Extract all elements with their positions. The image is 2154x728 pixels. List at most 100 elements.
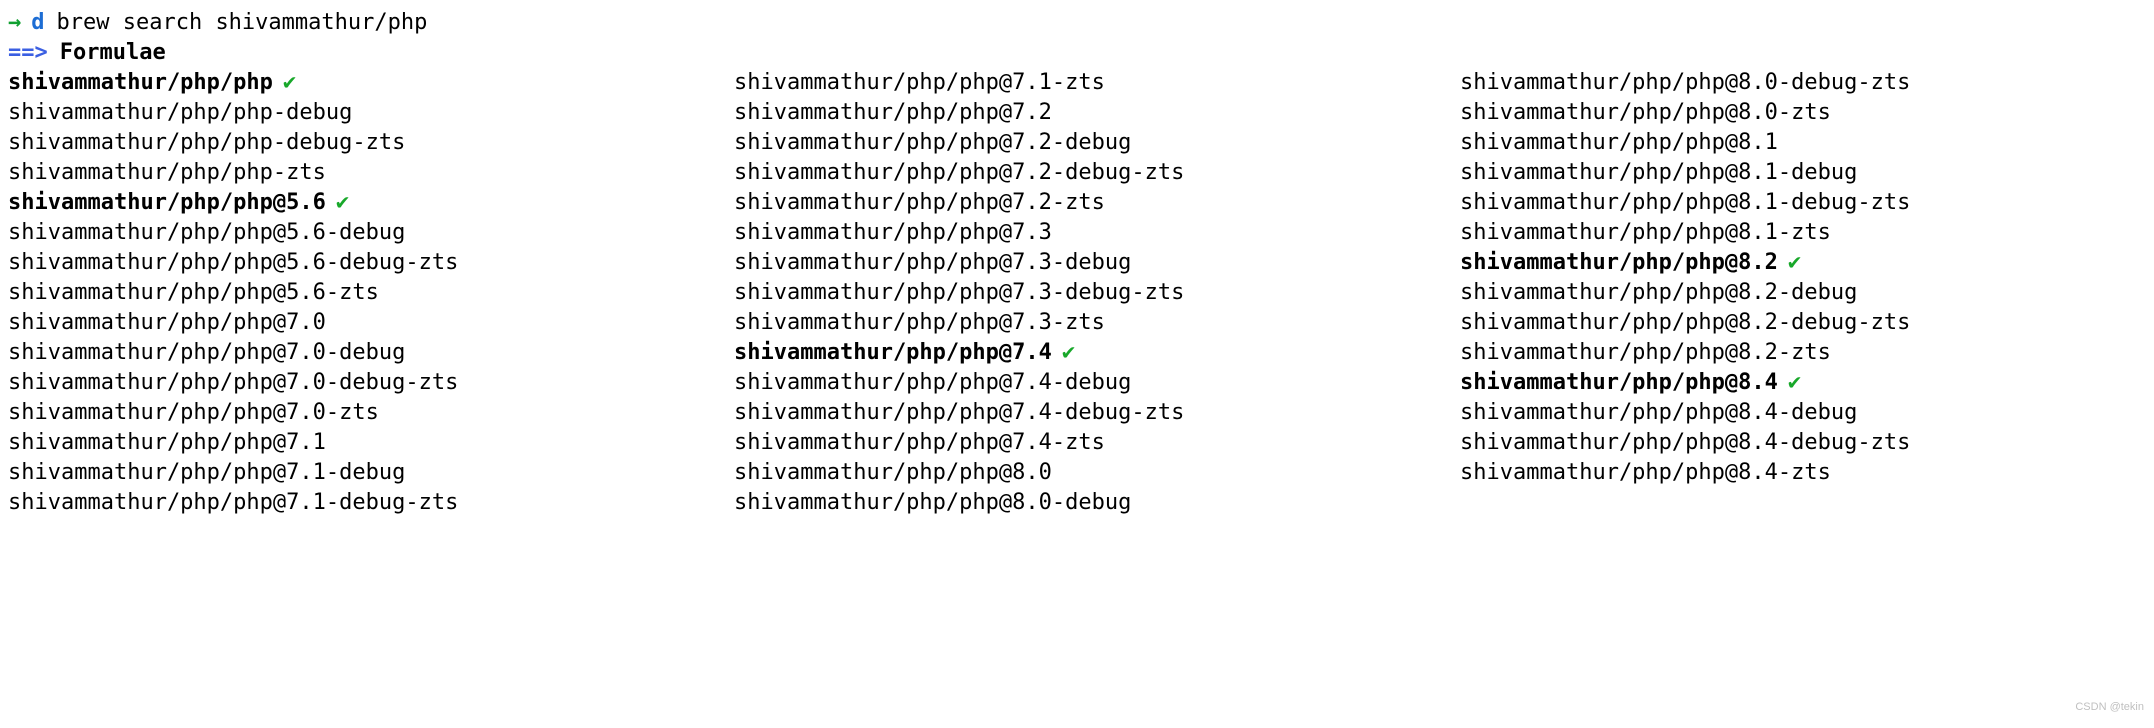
formula-column: shivammathur/php/php@8.0-debug-ztsshivam… [1460,68,2146,518]
formula-name: shivammathur/php/php@8.1 [1460,128,1778,158]
formula-entry: shivammathur/php/php@7.4-debug [734,368,1420,398]
formula-name: shivammathur/php/php@7.0-zts [8,398,379,428]
formula-entry: shivammathur/php/php@8.1 [1460,128,2146,158]
formula-name: shivammathur/php/php@8.0 [734,458,1052,488]
formula-entry: shivammathur/php/php@8.2-zts [1460,338,2146,368]
formula-entry: shivammathur/php/php@7.0 [8,308,694,338]
formula-entry: shivammathur/php/php@8.2-debug [1460,278,2146,308]
formula-entry: shivammathur/php/php@7.3-zts [734,308,1420,338]
formula-entry: shivammathur/php/php-zts [8,158,694,188]
check-icon: ✔ [283,68,296,98]
formula-entry: shivammathur/php/php@8.0 [734,458,1420,488]
formula-name: shivammathur/php/php@8.0-debug [734,488,1131,518]
formula-name: shivammathur/php/php@7.2-debug-zts [734,158,1184,188]
formula-name: shivammathur/php/php@8.4 [1460,368,1778,398]
check-icon: ✔ [1062,338,1075,368]
formula-entry: shivammathur/php/php ✔ [8,68,694,98]
formula-name: shivammathur/php/php@8.0-debug-zts [1460,68,1910,98]
prompt-arrow-icon: → [8,8,21,38]
formula-column: shivammathur/php/php@7.1-ztsshivammathur… [734,68,1420,518]
formula-name: shivammathur/php/php@5.6-debug-zts [8,248,458,278]
formula-entry: shivammathur/php/php@7.4 ✔ [734,338,1420,368]
formula-entry: shivammathur/php/php-debug-zts [8,128,694,158]
formula-name: shivammathur/php/php@8.2-debug [1460,278,1857,308]
formula-name: shivammathur/php/php [8,68,273,98]
formula-name: shivammathur/php/php@7.4 [734,338,1052,368]
formula-name: shivammathur/php/php@7.4-debug [734,368,1131,398]
formula-entry: shivammathur/php/php@8.0-zts [1460,98,2146,128]
formula-entry: shivammathur/php/php@8.4 ✔ [1460,368,2146,398]
formula-entry: shivammathur/php/php@8.4-debug-zts [1460,428,2146,458]
formula-entry: shivammathur/php/php@8.0-debug [734,488,1420,518]
formula-name: shivammathur/php/php@7.0-debug-zts [8,368,458,398]
formula-entry: shivammathur/php/php@7.4-zts [734,428,1420,458]
formula-column: shivammathur/php/php✔shivammathur/php/ph… [8,68,694,518]
prompt-line: → d brew search shivammathur/php [8,8,2146,38]
formula-entry: shivammathur/php/php@5.6-zts [8,278,694,308]
formula-entry: shivammathur/php/php@7.2 [734,98,1420,128]
formula-name: shivammathur/php/php@8.4-debug [1460,398,1857,428]
formula-entry: shivammathur/php/php@7.3 [734,218,1420,248]
formula-entry: shivammathur/php/php-debug [8,98,694,128]
formula-entry: shivammathur/php/php@5.6 ✔ [8,188,694,218]
formula-name: shivammathur/php/php@7.3-debug [734,248,1131,278]
formula-name: shivammathur/php/php@8.1-debug [1460,158,1857,188]
formula-name: shivammathur/php/php@7.3-debug-zts [734,278,1184,308]
formula-entry: shivammathur/php/php@8.4-debug [1460,398,2146,428]
formula-entry: shivammathur/php/php@7.0-zts [8,398,694,428]
check-icon: ✔ [1788,368,1801,398]
formula-name: shivammathur/php/php@5.6-zts [8,278,379,308]
formula-grid: shivammathur/php/php✔shivammathur/php/ph… [8,68,2146,518]
formula-entry: shivammathur/php/php@8.2 ✔ [1460,248,2146,278]
formula-entry: shivammathur/php/php@7.0-debug-zts [8,368,694,398]
prompt-dir: d [31,8,44,38]
formula-entry: shivammathur/php/php@8.1-debug [1460,158,2146,188]
formula-entry: shivammathur/php/php@8.0-debug-zts [1460,68,2146,98]
formula-entry: shivammathur/php/php@7.2-zts [734,188,1420,218]
formula-entry: shivammathur/php/php@7.4-debug-zts [734,398,1420,428]
formula-entry: shivammathur/php/php@8.1-debug-zts [1460,188,2146,218]
formula-name: shivammathur/php/php@8.2 [1460,248,1778,278]
formula-name: shivammathur/php/php@5.6 [8,188,326,218]
formula-entry: shivammathur/php/php@7.3-debug-zts [734,278,1420,308]
formula-name: shivammathur/php/php@8.4-debug-zts [1460,428,1910,458]
formula-name: shivammathur/php/php@7.0-debug [8,338,405,368]
formula-name: shivammathur/php/php@7.1-zts [734,68,1105,98]
formula-entry: shivammathur/php/php@8.1-zts [1460,218,2146,248]
formula-entry: shivammathur/php/php@7.1-zts [734,68,1420,98]
formula-name: shivammathur/php/php-zts [8,158,326,188]
formula-name: shivammathur/php/php@7.1-debug [8,458,405,488]
formula-name: shivammathur/php/php-debug [8,98,352,128]
formula-name: shivammathur/php/php@7.2-debug [734,128,1131,158]
check-icon: ✔ [1788,248,1801,278]
prompt-command: brew search shivammathur/php [57,8,428,38]
formula-entry: shivammathur/php/php@8.4-zts [1460,458,2146,488]
formula-name: shivammathur/php/php@7.2-zts [734,188,1105,218]
formula-entry: shivammathur/php/php@7.1-debug [8,458,694,488]
formula-name: shivammathur/php/php-debug-zts [8,128,405,158]
formula-name: shivammathur/php/php@7.1-debug-zts [8,488,458,518]
check-icon: ✔ [336,188,349,218]
formula-name: shivammathur/php/php@7.0 [8,308,326,338]
formula-entry: shivammathur/php/php@7.1-debug-zts [8,488,694,518]
formula-entry: shivammathur/php/php@7.3-debug [734,248,1420,278]
formula-name: shivammathur/php/php@7.3-zts [734,308,1105,338]
formula-entry: shivammathur/php/php@5.6-debug-zts [8,248,694,278]
section-title: Formulae [60,38,166,68]
formula-name: shivammathur/php/php@8.0-zts [1460,98,1831,128]
section-header: ==> Formulae [8,38,2146,68]
formula-entry: shivammathur/php/php@7.2-debug [734,128,1420,158]
formula-name: shivammathur/php/php@7.4-debug-zts [734,398,1184,428]
formula-name: shivammathur/php/php@8.1-debug-zts [1460,188,1910,218]
formula-name: shivammathur/php/php@7.2 [734,98,1052,128]
formula-name: shivammathur/php/php@7.1 [8,428,326,458]
formula-entry: shivammathur/php/php@7.2-debug-zts [734,158,1420,188]
formula-name: shivammathur/php/php@5.6-debug [8,218,405,248]
formula-entry: shivammathur/php/php@7.1 [8,428,694,458]
section-arrow-icon: ==> [8,38,48,68]
watermark: CSDN @tekin [2075,692,2144,722]
formula-name: shivammathur/php/php@7.3 [734,218,1052,248]
formula-name: shivammathur/php/php@7.4-zts [734,428,1105,458]
formula-entry: shivammathur/php/php@7.0-debug [8,338,694,368]
formula-entry: shivammathur/php/php@5.6-debug [8,218,694,248]
